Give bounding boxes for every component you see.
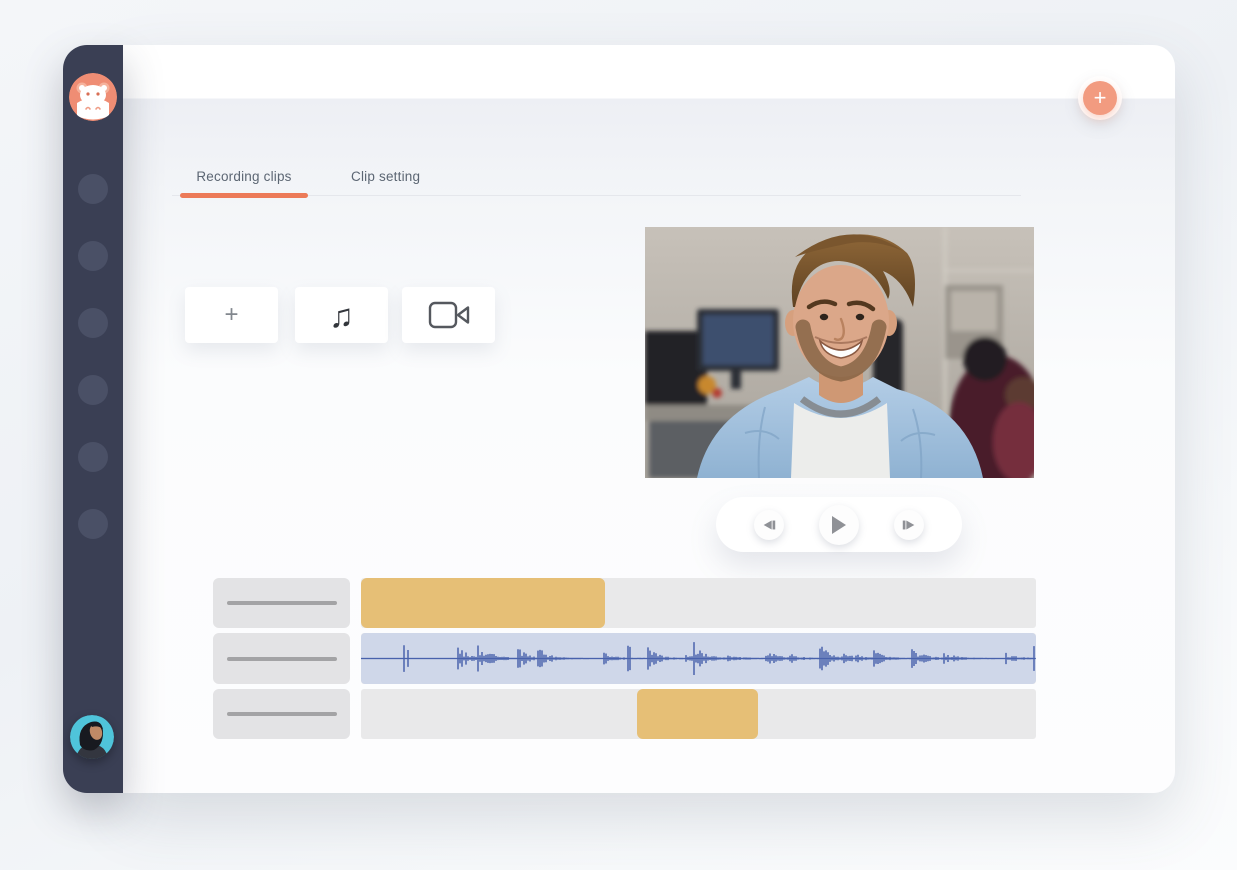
add-button-ring: +	[1078, 76, 1122, 120]
page-background: + Recording clips Clip setting + ♫	[0, 0, 1237, 870]
tab-label: Clip setting	[351, 169, 420, 184]
user-avatar[interactable]	[70, 715, 114, 759]
sidebar-menu-item-5[interactable]	[78, 442, 108, 472]
tab-bar: Recording clips Clip setting	[172, 157, 1021, 196]
drag-handle-line	[227, 657, 337, 661]
plus-icon: +	[224, 301, 238, 329]
add-clip-button[interactable]: +	[185, 287, 278, 343]
track-lane-3[interactable]	[361, 689, 1036, 739]
play-icon	[831, 516, 847, 534]
sidebar	[63, 45, 123, 793]
add-button[interactable]: +	[1083, 81, 1117, 115]
music-note-icon: ♫	[329, 299, 354, 332]
step-forward-icon	[901, 517, 917, 533]
timeline-row-2	[213, 633, 1159, 684]
timeline-clip-3-1[interactable]	[637, 689, 758, 739]
track-drag-handle-1[interactable]	[213, 578, 350, 628]
timeline-row-1	[213, 578, 1159, 628]
mascot-hippo-icon	[69, 73, 117, 121]
video-preview[interactable]	[645, 227, 1034, 478]
user-photo-icon	[70, 715, 114, 759]
audio-waveform-clip[interactable]	[361, 633, 1036, 684]
sidebar-menu-item-1[interactable]	[78, 174, 108, 204]
timeline-clip-1-1[interactable]	[361, 578, 605, 628]
video-frame-image	[645, 227, 1034, 478]
tab-clip-setting[interactable]: Clip setting	[341, 157, 430, 195]
track-lane-2[interactable]	[361, 633, 1036, 684]
drag-handle-line	[227, 712, 337, 716]
play-button[interactable]	[819, 505, 859, 545]
add-music-button[interactable]: ♫	[295, 287, 388, 343]
drag-handle-line	[227, 601, 337, 605]
track-lane-1[interactable]	[361, 578, 1036, 628]
sidebar-menu-item-4[interactable]	[78, 375, 108, 405]
sidebar-menu-item-2[interactable]	[78, 241, 108, 271]
app-logo[interactable]	[69, 73, 117, 121]
step-backward-icon	[761, 517, 777, 533]
timeline-row-3	[213, 689, 1159, 739]
add-video-button[interactable]	[402, 287, 495, 343]
tab-label: Recording clips	[196, 169, 291, 184]
tab-recording-clips[interactable]: Recording clips	[180, 157, 308, 195]
track-drag-handle-3[interactable]	[213, 689, 350, 739]
playback-controls	[716, 497, 962, 552]
main-panel: + Recording clips Clip setting + ♫	[123, 45, 1175, 793]
track-drag-handle-2[interactable]	[213, 633, 350, 684]
sidebar-menu-item-3[interactable]	[78, 308, 108, 338]
step-backward-button[interactable]	[754, 510, 784, 540]
video-camera-icon	[427, 299, 471, 331]
step-forward-button[interactable]	[894, 510, 924, 540]
plus-icon: +	[1094, 83, 1107, 113]
sidebar-menu	[78, 174, 108, 539]
sidebar-menu-item-6[interactable]	[78, 509, 108, 539]
